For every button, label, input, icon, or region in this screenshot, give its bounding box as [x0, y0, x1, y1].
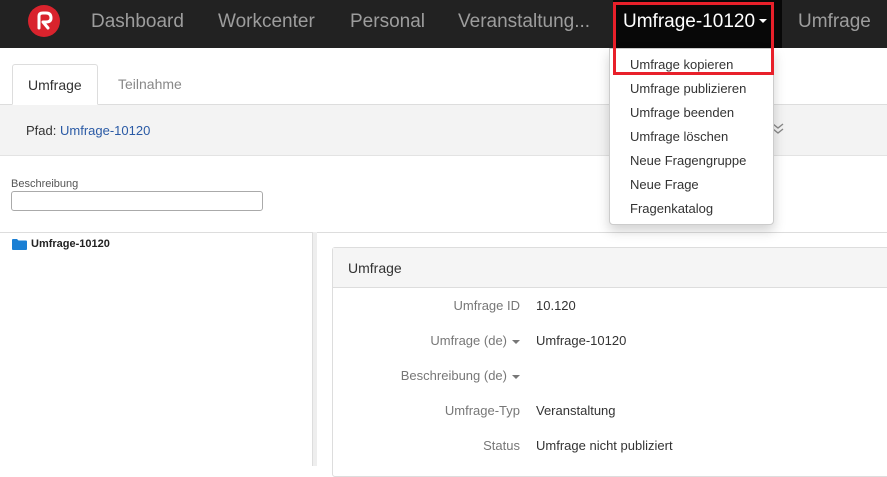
filter-label: Beschreibung	[11, 178, 79, 190]
breadcrumb-link[interactable]: Umfrage-10120	[60, 123, 150, 138]
tab-teilnahme[interactable]: Teilnahme	[103, 64, 197, 105]
breadcrumb-text: Pfad: Umfrage-10120	[26, 123, 150, 138]
panel-heading: Umfrage	[333, 248, 887, 288]
menu-item-umfrage-publizieren[interactable]: Umfrage publizieren	[630, 81, 746, 96]
field-value-status: Umfrage nicht publiziert	[536, 438, 673, 453]
menu-item-umfrage-beenden[interactable]: Umfrage beenden	[630, 105, 734, 120]
menu-item-neue-frage[interactable]: Neue Frage	[630, 177, 699, 192]
menu-item-umfrage-loeschen[interactable]: Umfrage löschen	[630, 129, 728, 144]
nav-dashboard[interactable]: Dashboard	[91, 0, 184, 48]
tree-node-root[interactable]: Umfrage-10120	[12, 238, 110, 250]
nav-personal[interactable]: Personal	[350, 0, 425, 48]
nav-umfrage[interactable]: Umfrage	[798, 0, 871, 48]
menu-item-umfrage-kopieren[interactable]: Umfrage kopieren	[630, 57, 733, 72]
tab-umfrage[interactable]: Umfrage	[12, 64, 98, 105]
field-label-umfrage-de[interactable]: Umfrage (de)	[320, 333, 520, 348]
menu-item-neue-fragengruppe[interactable]: Neue Fragengruppe	[630, 153, 746, 168]
field-value-umfrage-de: Umfrage-10120	[536, 333, 627, 348]
top-navbar: Dashboard Workcenter Personal Veranstalt…	[0, 0, 887, 48]
tree-node-label: Umfrage-10120	[31, 238, 110, 250]
field-label-beschreibung-de[interactable]: Beschreibung (de)	[320, 368, 520, 383]
field-label-text: Umfrage (de)	[430, 333, 507, 348]
umfrage-dropdown-menu: Umfrage kopieren Umfrage publizieren Umf…	[609, 48, 774, 225]
menu-item-fragenkatalog[interactable]: Fragenkatalog	[630, 201, 713, 216]
description-filter-input[interactable]	[11, 191, 263, 211]
field-label-status: Status	[483, 438, 520, 453]
field-label-umfrage-id: Umfrage ID	[453, 298, 520, 313]
caret-down-icon	[512, 374, 520, 379]
nav-veranstaltung[interactable]: Veranstaltung...	[458, 0, 590, 48]
folder-icon	[12, 238, 27, 250]
field-value-umfrage-typ: Veranstaltung	[536, 403, 616, 418]
caret-down-icon	[512, 339, 520, 344]
caret-down-icon	[759, 18, 768, 23]
app-logo-icon[interactable]	[28, 5, 60, 37]
nav-active-label: Umfrage-10120	[623, 11, 756, 32]
field-label-umfrage-typ: Umfrage-Typ	[444, 403, 520, 418]
nav-workcenter[interactable]: Workcenter	[218, 0, 315, 48]
field-label-text: Beschreibung (de)	[400, 368, 507, 383]
field-value-umfrage-id: 10.120	[536, 298, 576, 313]
tree-pane: Umfrage-10120	[0, 232, 313, 466]
nav-umfrage-dropdown-toggle[interactable]: Umfrage-10120	[613, 0, 782, 48]
breadcrumb-label: Pfad:	[26, 123, 57, 138]
